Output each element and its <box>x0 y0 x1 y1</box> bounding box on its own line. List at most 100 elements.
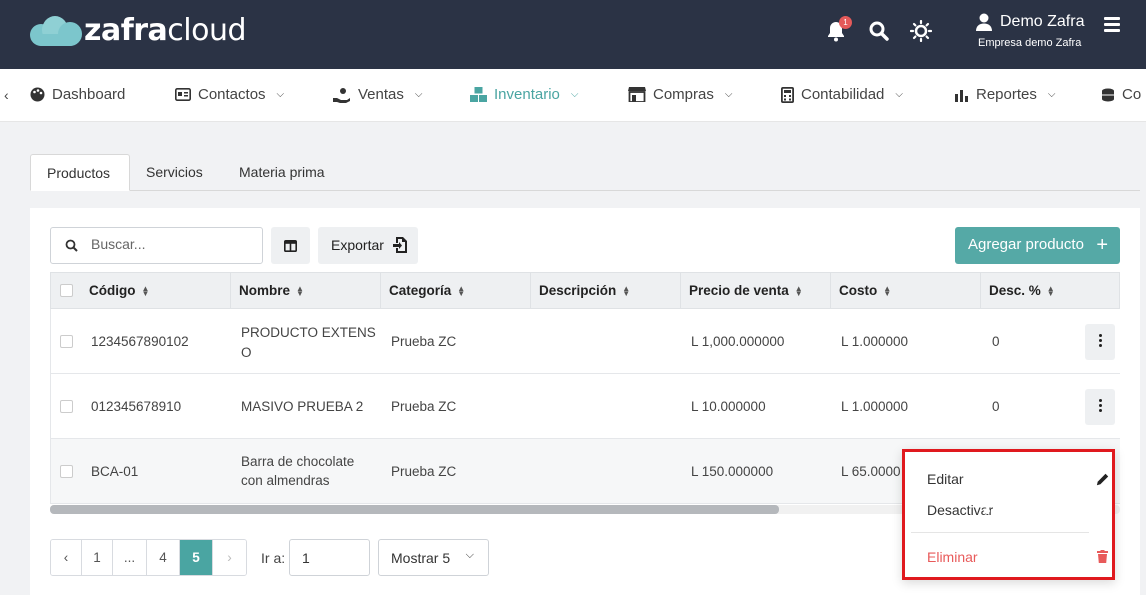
palette-icon <box>30 87 45 102</box>
row-actions-menu: Editar Desactivar Eliminar <box>902 449 1115 580</box>
cell-category: Prueba ZC <box>391 399 457 414</box>
menu-divider <box>911 532 1089 533</box>
cloud-logo-icon <box>30 14 82 48</box>
page-button[interactable]: 1 <box>82 540 113 575</box>
column-header-costo[interactable]: Costo ▲ ▼ <box>831 273 981 308</box>
scrollbar-thumb[interactable] <box>50 505 779 514</box>
bell-icon[interactable]: 1 <box>826 16 852 42</box>
cell-code: 012345678910 <box>91 399 182 414</box>
export-button[interactable]: Exportar <box>318 227 418 264</box>
column-header-codigo[interactable]: Código ▲ ▼ <box>81 273 231 308</box>
chevron-down-icon: ⌵ <box>414 89 423 100</box>
nav-item-inventario[interactable]: Inventario ⌵ <box>470 86 578 103</box>
nav-item-reportes[interactable]: Reportes ⌵ <box>955 86 1055 103</box>
menu-item-deactivate[interactable]: Desactivar <box>927 502 1112 518</box>
cell-cost: L 1.000000 <box>841 334 909 349</box>
cell-name: PRODUCTO EXTENS O <box>241 325 376 360</box>
file-export-icon <box>393 237 407 253</box>
tab-servicios[interactable]: Servicios <box>130 154 219 191</box>
row-checkbox[interactable] <box>60 400 73 413</box>
row-checkbox[interactable] <box>60 465 73 478</box>
tab-materia-prima[interactable]: Materia prima <box>223 154 341 191</box>
product-type-tabs: Productos Servicios Materia prima <box>30 154 1140 191</box>
user-icon <box>976 13 992 31</box>
column-header-categoria[interactable]: Categoría ▲ ▼ <box>381 273 531 308</box>
sun-theme-icon[interactable] <box>909 19 933 43</box>
column-header-nombre[interactable]: Nombre ▲ ▼ <box>231 273 381 308</box>
nav-item-cut-off[interactable]: Co <box>1101 86 1141 103</box>
store-icon <box>628 87 646 102</box>
goto-page-input[interactable]: 1 <box>289 539 370 576</box>
cell-cost: L 1.000000 <box>841 399 909 414</box>
column-toggle-button[interactable] <box>271 227 310 264</box>
next-page-button[interactable]: › <box>213 540 246 575</box>
current-page-button[interactable]: 5 <box>180 540 213 575</box>
menu-item-delete[interactable]: Eliminar <box>927 549 1112 565</box>
nav-item-contactos[interactable]: Contactos ⌵ <box>175 86 284 103</box>
menu-item-edit[interactable]: Editar <box>927 471 1112 487</box>
column-header-precio[interactable]: Precio de venta ▲ ▼ <box>681 273 831 308</box>
logo-wordmark: zafracloud <box>84 13 247 48</box>
column-header-descripcion[interactable]: Descripción ▲ ▼ <box>531 273 681 308</box>
column-header-descuento[interactable]: Desc. % ▲ ▼ <box>981 273 1119 308</box>
hand-sale-icon <box>333 87 350 103</box>
cell-name: Barra de chocolate con almendras <box>241 454 355 488</box>
add-product-button[interactable]: Agregar producto + <box>955 227 1120 264</box>
nav-item-contabilidad[interactable]: Contabilidad ⌵ <box>781 86 903 103</box>
pencil-icon <box>1096 473 1109 486</box>
cell-price: L 1,000.000000 <box>691 334 785 349</box>
row-actions-button[interactable] <box>1085 324 1115 360</box>
cell-name: MASIVO PRUEBA 2 <box>241 399 364 414</box>
user-name: Demo Zafra <box>1000 13 1085 30</box>
cell-price: L 10.000000 <box>691 399 766 414</box>
table-row: 012345678910 MASIVO PRUEBA 2 Prueba ZC L… <box>50 374 1120 439</box>
plus-icon: + <box>1096 234 1108 256</box>
cell-category: Prueba ZC <box>391 464 457 479</box>
chevron-down-icon: ⌵ <box>724 89 733 100</box>
sort-icon: ▲ ▼ <box>296 284 304 299</box>
cell-cost: L 65.0000 <box>841 464 901 479</box>
main-nav: ‹ Dashboard Contactos ⌵ Ventas ⌵ Inventari… <box>0 69 1146 122</box>
search-input[interactable] <box>91 236 251 252</box>
search-icon[interactable] <box>868 20 890 42</box>
tab-productos[interactable]: Productos <box>30 154 130 191</box>
notification-badge: 1 <box>839 16 852 29</box>
cell-code: 1234567890102 <box>91 334 189 349</box>
calculator-icon <box>781 86 794 103</box>
chevron-down-icon: ⌵ <box>570 89 579 100</box>
page-ellipsis: ... <box>113 540 147 575</box>
hamburger-menu-icon[interactable] <box>1104 17 1120 35</box>
nav-item-ventas[interactable]: Ventas ⌵ <box>333 86 422 103</box>
row-checkbox[interactable] <box>60 335 73 348</box>
nav-item-compras[interactable]: Compras ⌵ <box>628 86 732 103</box>
sort-icon: ▲ ▼ <box>794 284 803 299</box>
user-menu[interactable]: Demo Zafra Empresa demo Zafra <box>976 13 1084 49</box>
trash-icon <box>1097 550 1108 563</box>
chevron-left-icon[interactable]: ‹ <box>4 87 9 103</box>
row-actions-button[interactable] <box>1085 389 1115 425</box>
cell-code: BCA-01 <box>91 464 139 479</box>
cell-discount: 0 <box>992 334 1000 349</box>
database-icon <box>1102 88 1114 101</box>
chevron-down-icon: ⌵ <box>276 89 285 100</box>
search-box <box>50 227 263 264</box>
company-name: Empresa demo Zafra <box>978 37 1082 49</box>
sort-icon: ▲ ▼ <box>141 284 150 299</box>
nav-item-dashboard[interactable]: Dashboard <box>30 86 125 103</box>
cell-category: Prueba ZC <box>391 334 457 349</box>
zafracloud-logo[interactable]: zafracloud <box>30 13 247 48</box>
chevron-down-icon: ⌵ <box>895 89 903 100</box>
goto-label: Ir a: <box>261 550 286 566</box>
page-button[interactable]: 4 <box>147 540 180 575</box>
columns-icon <box>284 240 297 252</box>
contact-card-icon <box>175 88 191 101</box>
boxes-icon <box>470 87 487 102</box>
select-all-checkbox[interactable] <box>60 284 73 297</box>
cell-discount: 0 <box>992 399 1000 414</box>
sort-icon: ▲ ▼ <box>457 284 466 299</box>
sort-icon: ▲ ▼ <box>622 284 631 299</box>
sort-icon: ▲ ▼ <box>883 284 892 299</box>
prev-page-button[interactable]: ‹ <box>51 540 82 575</box>
pagination: ‹ 1 ... 4 5 › <box>50 539 247 576</box>
page-size-select[interactable]: Mostrar 5 ⌵ <box>378 539 489 576</box>
